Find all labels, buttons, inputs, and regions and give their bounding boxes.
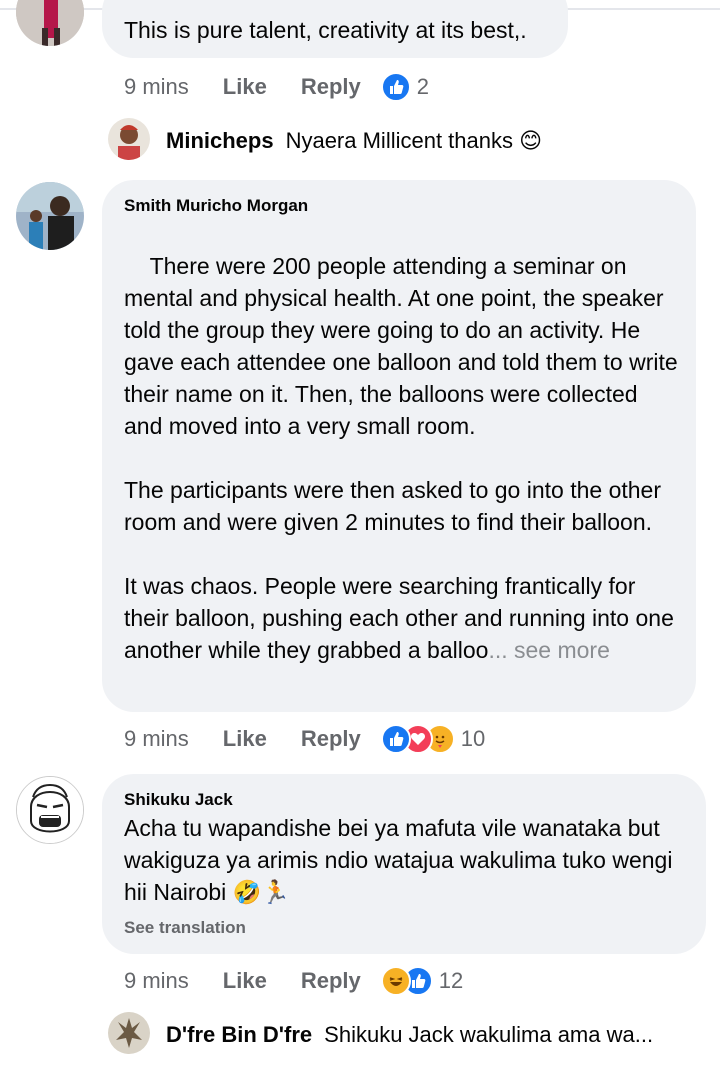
- comment-actions: 9 mins Like Reply 10: [124, 722, 485, 756]
- reaction-count: 10: [460, 726, 486, 751]
- see-translation-link[interactable]: See translation: [124, 918, 246, 938]
- reaction-count: 12: [438, 968, 464, 993]
- reply-author[interactable]: Minicheps: [166, 128, 274, 154]
- comment-body: There were 200 people attending a semina…: [124, 253, 678, 663]
- reply-button[interactable]: Reply: [301, 74, 361, 100]
- comment-text: Acha tu wapandishe bei ya mafuta vile wa…: [124, 815, 679, 905]
- like-button[interactable]: Like: [223, 968, 267, 994]
- avatar[interactable]: [16, 0, 84, 46]
- reply-row: Minicheps Nyaera Millicent thanks 😊: [166, 128, 542, 154]
- reaction-summary[interactable]: 10: [380, 724, 486, 754]
- reply-text[interactable]: Shikuku Jack wakulima ama wa...: [324, 1022, 653, 1048]
- comment-actions: 9 mins Like Reply 12: [124, 964, 463, 998]
- comment-bubble: This is pure talent, creativity at its b…: [102, 0, 568, 58]
- avatar[interactable]: [108, 118, 150, 160]
- reaction-summary[interactable]: 12: [380, 966, 464, 996]
- avatar[interactable]: [16, 776, 84, 844]
- comment-text: There were 200 people attending a semina…: [124, 218, 680, 698]
- like-icon: [380, 724, 411, 754]
- reply-author[interactable]: D'fre Bin D'fre: [166, 1022, 312, 1048]
- comment-bubble: Smith Muricho Morgan There were 200 peop…: [102, 180, 696, 712]
- reply-text[interactable]: Nyaera Millicent thanks 😊: [286, 128, 542, 154]
- avatar[interactable]: [108, 1012, 150, 1054]
- comment-author[interactable]: Smith Muricho Morgan: [124, 196, 308, 216]
- reply-button[interactable]: Reply: [301, 968, 361, 994]
- comment-text: This is pure talent, creativity at its b…: [124, 17, 527, 43]
- comment-time[interactable]: 9 mins: [124, 968, 189, 994]
- comment-time[interactable]: 9 mins: [124, 74, 189, 100]
- comment-time[interactable]: 9 mins: [124, 726, 189, 752]
- haha-icon: [380, 966, 411, 996]
- comment-actions: 9 mins Like Reply 2: [124, 70, 429, 104]
- like-button[interactable]: Like: [223, 726, 267, 752]
- reaction-count: 2: [416, 74, 429, 99]
- comment-bubble: Shikuku Jack Acha tu wapandishe bei ya m…: [102, 774, 706, 954]
- like-button[interactable]: Like: [223, 74, 267, 100]
- reaction-summary[interactable]: 2: [380, 72, 429, 102]
- comment-author[interactable]: Shikuku Jack: [124, 790, 233, 810]
- reply-row: D'fre Bin D'fre Shikuku Jack wakulima am…: [166, 1022, 653, 1048]
- like-icon: [380, 72, 411, 102]
- see-more-link[interactable]: ... see more: [488, 637, 609, 663]
- avatar[interactable]: [16, 182, 84, 250]
- reply-button[interactable]: Reply: [301, 726, 361, 752]
